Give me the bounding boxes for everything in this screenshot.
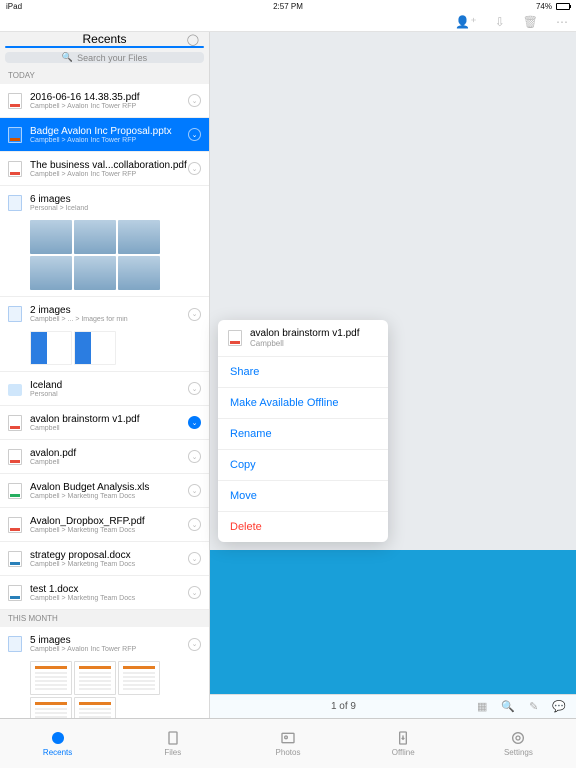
grid-view-icon[interactable]: ▦ <box>477 700 487 713</box>
pdf-icon <box>8 93 22 109</box>
image-thumbnails[interactable] <box>0 661 209 718</box>
pptx-icon <box>8 127 22 143</box>
image-icon <box>8 195 22 211</box>
edit-icon[interactable]: ✎ <box>529 700 538 713</box>
toolbar: 👤⁺ ⇩ 🗑 ⋯ <box>0 12 576 32</box>
comment-icon[interactable]: 💬 <box>552 700 566 713</box>
tab-files[interactable]: Files <box>115 719 230 768</box>
chevron-down-icon[interactable]: ⌄ <box>188 382 201 395</box>
image-icon <box>8 306 22 322</box>
action-delete[interactable]: Delete <box>218 512 388 542</box>
list-item[interactable]: avalon.pdfCampbell⌄ <box>0 440 209 474</box>
trash-icon[interactable]: 🗑 <box>523 15 538 29</box>
sidebar-title: Recents <box>82 32 126 46</box>
list-item[interactable]: 6 imagesPersonal > Iceland <box>0 186 209 220</box>
battery-pct: 74% <box>536 2 552 11</box>
image-icon <box>8 636 22 652</box>
tab-recents[interactable]: Recents <box>0 719 115 768</box>
action-rename[interactable]: Rename <box>218 419 388 450</box>
chevron-down-icon[interactable]: ⌄ <box>188 416 201 429</box>
sidebar: Recents ◯ All Personal Campbell 🔍 Search… <box>0 32 210 718</box>
page-indicator-bar: 1 of 9 ▦ 🔍 ✎ 💬 <box>210 694 576 718</box>
chevron-down-icon[interactable]: ⌄ <box>188 128 201 141</box>
chevron-down-icon[interactable]: ⌄ <box>188 450 201 463</box>
section-this-month: THIS MONTH <box>0 610 209 627</box>
list-item[interactable]: 5 imagesCampbell > Avalon Inc Tower RFP⌄ <box>0 627 209 661</box>
tab-photos[interactable]: Photos <box>230 719 345 768</box>
notifications-icon[interactable]: ◯ <box>187 33 199 46</box>
pdf-icon <box>8 449 22 465</box>
page-indicator: 1 of 9 <box>210 701 477 712</box>
pdf-icon <box>8 415 22 431</box>
download-icon[interactable]: ⇩ <box>495 15 505 29</box>
pdf-icon <box>228 330 242 346</box>
list-item[interactable]: 2016-06-16 14.38.35.pdfCampbell > Avalon… <box>0 84 209 118</box>
section-today: TODAY <box>0 67 209 84</box>
tab-bar: Recents Files Photos Offline Settings <box>0 718 576 768</box>
docx-icon <box>8 585 22 601</box>
list-item[interactable]: IcelandPersonal⌄ <box>0 372 209 406</box>
chevron-down-icon[interactable]: ⌄ <box>188 308 201 321</box>
pdf-icon <box>8 161 22 177</box>
list-item[interactable]: The business val...collaboration.pdfCamp… <box>0 152 209 186</box>
list-item[interactable]: 2 imagesCampbell > ... > Images for min⌄ <box>0 297 209 331</box>
sheet-file-name: avalon brainstorm v1.pdf <box>250 328 360 339</box>
image-thumbnails[interactable] <box>0 331 209 372</box>
chevron-down-icon[interactable]: ⌄ <box>188 484 201 497</box>
list-item[interactable]: strategy proposal.docxCampbell > Marketi… <box>0 542 209 576</box>
clock: 2:57 PM <box>273 2 303 11</box>
chevron-down-icon[interactable]: ⌄ <box>188 552 201 565</box>
sheet-file-path: Campbell <box>250 339 360 348</box>
search-icon[interactable]: 🔍 <box>501 700 515 713</box>
list-item[interactable]: avalon brainstorm v1.pdfCampbell⌄ <box>0 406 209 440</box>
search-icon: 🔍 <box>62 52 73 63</box>
segment-control[interactable]: All Personal Campbell <box>5 46 204 48</box>
action-copy[interactable]: Copy <box>218 450 388 481</box>
action-move[interactable]: Move <box>218 481 388 512</box>
action-sheet: avalon brainstorm v1.pdf Campbell Share … <box>218 320 388 542</box>
status-bar: iPad 2:57 PM 74% <box>0 0 576 12</box>
list-item[interactable]: test 1.docxCampbell > Marketing Team Doc… <box>0 576 209 610</box>
chevron-down-icon[interactable]: ⌄ <box>188 638 201 651</box>
folder-icon <box>8 384 22 396</box>
preview-content <box>210 550 576 718</box>
tab-offline[interactable]: Offline <box>346 719 461 768</box>
image-thumbnails[interactable] <box>0 220 209 297</box>
search-input[interactable]: 🔍 Search your Files <box>5 52 204 63</box>
device-label: iPad <box>6 2 22 11</box>
chevron-down-icon[interactable]: ⌄ <box>188 94 201 107</box>
chevron-down-icon[interactable]: ⌄ <box>188 518 201 531</box>
chevron-down-icon[interactable]: ⌄ <box>188 162 201 175</box>
add-person-icon[interactable]: 👤⁺ <box>455 15 476 29</box>
list-item[interactable]: Badge Avalon Inc Proposal.pptxCampbell >… <box>0 118 209 152</box>
tab-settings[interactable]: Settings <box>461 719 576 768</box>
action-share[interactable]: Share <box>218 357 388 388</box>
list-item[interactable]: Avalon Budget Analysis.xlsCampbell > Mar… <box>0 474 209 508</box>
list-item[interactable]: Avalon_Dropbox_RFP.pdfCampbell > Marketi… <box>0 508 209 542</box>
chevron-down-icon[interactable]: ⌄ <box>188 586 201 599</box>
more-icon[interactable]: ⋯ <box>556 15 568 29</box>
battery-icon <box>556 3 570 10</box>
pdf-icon <box>8 517 22 533</box>
docx-icon <box>8 551 22 567</box>
action-offline[interactable]: Make Available Offline <box>218 388 388 419</box>
xls-icon <box>8 483 22 499</box>
